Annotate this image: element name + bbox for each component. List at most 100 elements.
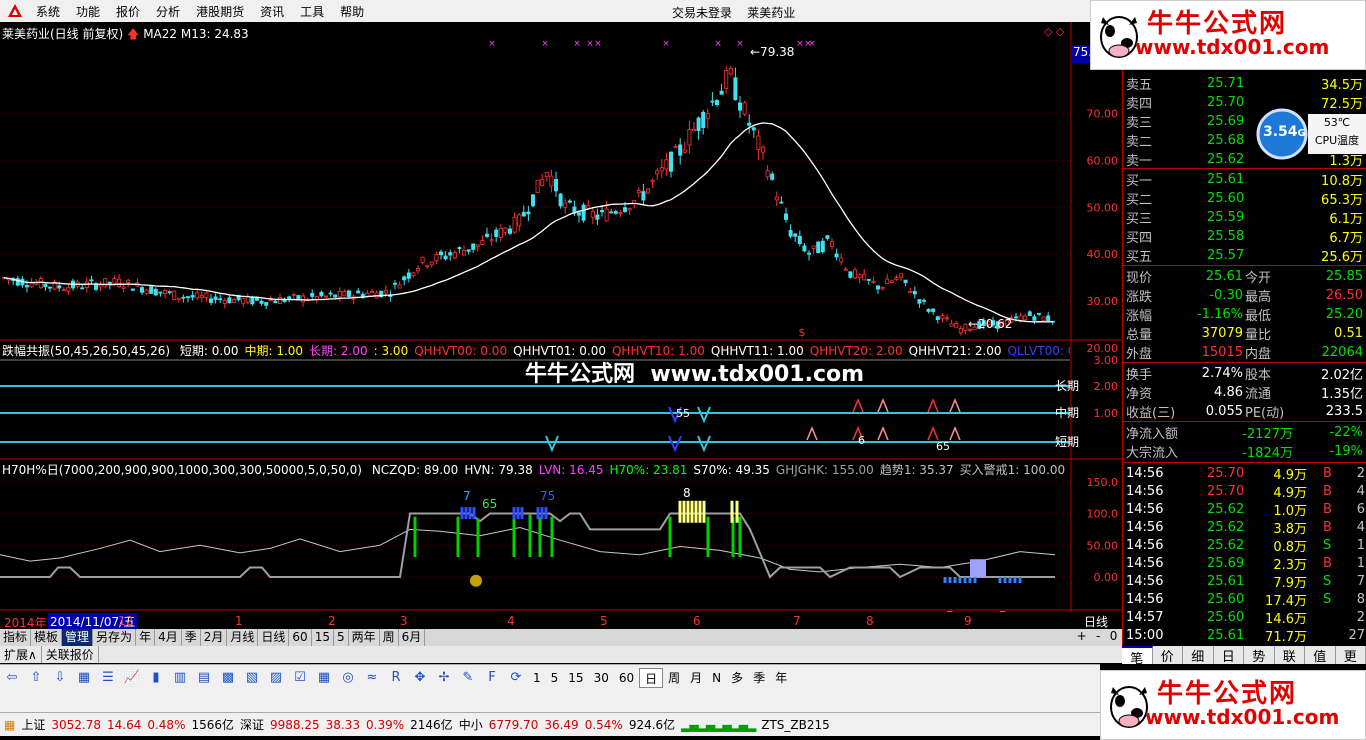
detail-tab[interactable]: 细 <box>1183 646 1214 665</box>
line-chart-icon[interactable]: 📈 <box>121 668 143 688</box>
zoom-reset-button[interactable]: 0 <box>1110 629 1118 646</box>
related-quotes-button[interactable]: 关联报价 <box>42 646 99 663</box>
indicator1-title[interactable]: 跌幅共振(50,45,26,50,45,26) <box>2 344 170 358</box>
table-icon[interactable]: ▦ <box>73 668 95 688</box>
drag-icon[interactable]: ✥ <box>409 668 431 688</box>
candle-body <box>797 235 802 244</box>
menu-item-hk-futures[interactable]: 港股期货 <box>188 3 252 20</box>
candle-body <box>848 271 853 278</box>
period-button[interactable]: 15 <box>563 668 588 688</box>
down-arrow-icon[interactable]: ⇩ <box>49 668 71 688</box>
zoom-out-button[interactable]: - <box>1096 629 1100 646</box>
menu-item-analysis[interactable]: 分析 <box>148 3 188 20</box>
yellow-signal-bar <box>694 500 698 523</box>
zoom-in-button[interactable]: + <box>1077 629 1087 646</box>
expand-button[interactable]: 扩展∧ <box>0 646 42 663</box>
diamond-icon[interactable]: ◇ ◇ <box>1044 25 1064 38</box>
ask-price: 25.71 <box>1207 76 1245 91</box>
stat-value: 233.5 <box>1325 404 1363 419</box>
stat-label: 总量 <box>1126 328 1153 343</box>
indicator1-y-tick: 1.00 <box>1094 407 1119 420</box>
detail-tab[interactable]: 价 <box>1153 646 1183 665</box>
period-button[interactable]: 1 <box>528 668 546 688</box>
candle-body <box>126 279 131 283</box>
candle-body <box>747 122 752 126</box>
formula-tab[interactable]: 模板 <box>31 629 63 646</box>
stat-icon[interactable]: ▩ <box>217 668 239 688</box>
stat-value: 15015 <box>1201 345 1243 360</box>
period-button[interactable]: 多 <box>726 668 748 688</box>
chart-title[interactable]: 莱美药业(日线 前复权) <box>2 27 123 41</box>
period-button[interactable]: 60 <box>614 668 639 688</box>
cpu-widget[interactable]: 3.54G 53℃ CPU温度 <box>1256 108 1366 162</box>
detail-tab[interactable]: 笔 <box>1122 646 1153 667</box>
detail-tab[interactable]: 势 <box>1244 646 1275 665</box>
formula-tab[interactable]: 60 <box>289 629 312 646</box>
f5-icon[interactable]: F <box>481 668 503 688</box>
period-button[interactable]: 周 <box>663 668 685 688</box>
formula-tab[interactable]: 指标 <box>0 629 32 646</box>
formula-tab[interactable]: 两年 <box>349 629 380 646</box>
period-button[interactable]: 日 <box>639 667 664 688</box>
refresh-icon[interactable]: ⟳ <box>505 668 527 688</box>
formula-tab[interactable]: 周 <box>380 629 399 646</box>
formula-tab[interactable]: 日线 <box>258 629 290 646</box>
candle-body <box>595 214 600 220</box>
pen-icon[interactable]: ✎ <box>457 668 479 688</box>
quote-row: 大宗流入 -1824万 -19% <box>1123 442 1366 461</box>
list-icon[interactable]: ☰ <box>97 668 119 688</box>
detail-tab[interactable]: 联 <box>1275 646 1305 665</box>
yellow-signal-bar <box>682 500 686 523</box>
formula-tab[interactable]: 另存为 <box>93 629 137 646</box>
menu-item-function[interactable]: 功能 <box>68 3 108 20</box>
f10-icon[interactable]: ▨ <box>265 668 287 688</box>
menu-item-system[interactable]: 系统 <box>28 3 68 20</box>
candle-body <box>866 279 871 281</box>
detail-tab[interactable]: 日 <box>1214 646 1244 665</box>
blue-signal-bar <box>464 507 468 520</box>
ad-banner-bottom[interactable]: 牛牛公式网 www.tdx001.com <box>1100 670 1366 740</box>
period-button[interactable]: N <box>707 668 726 688</box>
formula-tab[interactable]: 年 <box>136 629 156 646</box>
target-icon[interactable]: ◎ <box>337 668 359 688</box>
period-button[interactable]: 年 <box>770 668 792 688</box>
doc-icon[interactable]: ▧ <box>241 668 263 688</box>
sh-index-name[interactable]: 上证 <box>21 716 45 733</box>
chart-area[interactable]: 70.00 60.00 50.00 40.00 30.00 20.00 ←79.38 ←20… <box>0 22 1122 623</box>
sz-index-name[interactable]: 深证 <box>240 716 264 733</box>
menu-item-quote[interactable]: 报价 <box>108 3 148 20</box>
move-icon[interactable]: ✢ <box>433 668 455 688</box>
detail-tab[interactable]: 更 <box>1336 646 1366 665</box>
formula-tab[interactable]: 月线 <box>227 629 259 646</box>
formula-tab[interactable]: 5 <box>334 629 349 646</box>
fin-icon[interactable]: ▤ <box>193 668 215 688</box>
left-arrow-icon[interactable]: ⇦ <box>1 668 23 688</box>
formula-tab[interactable]: 15 <box>312 629 334 646</box>
up-arrow-icon[interactable]: ⇧ <box>25 668 47 688</box>
menu-item-help[interactable]: 帮助 <box>332 3 372 20</box>
grid-icon[interactable]: ▦ <box>313 668 335 688</box>
period-button[interactable]: 30 <box>589 668 614 688</box>
zx-index-name[interactable]: 中小 <box>459 716 483 733</box>
candle-body <box>48 286 53 289</box>
rsi-icon[interactable]: R <box>385 668 407 688</box>
candle-icon[interactable]: ▮ <box>145 668 167 688</box>
bar-icon[interactable]: ▥ <box>169 668 191 688</box>
formula-tab[interactable]: 6月 <box>399 629 426 646</box>
wave-icon[interactable]: ≈ <box>361 668 383 688</box>
period-button[interactable]: 月 <box>685 668 707 688</box>
indicator2-title[interactable]: H70H%日(7000,200,900,900,1000,300,300,500… <box>2 463 362 477</box>
formula-tab[interactable]: 季 <box>182 629 201 646</box>
formula-tab[interactable]: 2月 <box>201 629 228 646</box>
formula-tab[interactable]: 管理 <box>62 629 94 646</box>
period-button[interactable]: 5 <box>546 668 564 688</box>
detail-tab[interactable]: 值 <box>1305 646 1336 665</box>
candle-body <box>231 298 236 303</box>
menu-item-news[interactable]: 资讯 <box>252 3 292 20</box>
formula-tab[interactable]: 4月 <box>155 629 182 646</box>
check-icon[interactable]: ☑ <box>289 668 311 688</box>
period-button[interactable]: 季 <box>748 668 770 688</box>
menu-item-tools[interactable]: 工具 <box>292 3 332 20</box>
bid-volume: 25.6万 <box>1321 250 1363 265</box>
ad-banner-top[interactable]: 牛牛公式网 www.tdx001.com <box>1090 0 1366 70</box>
